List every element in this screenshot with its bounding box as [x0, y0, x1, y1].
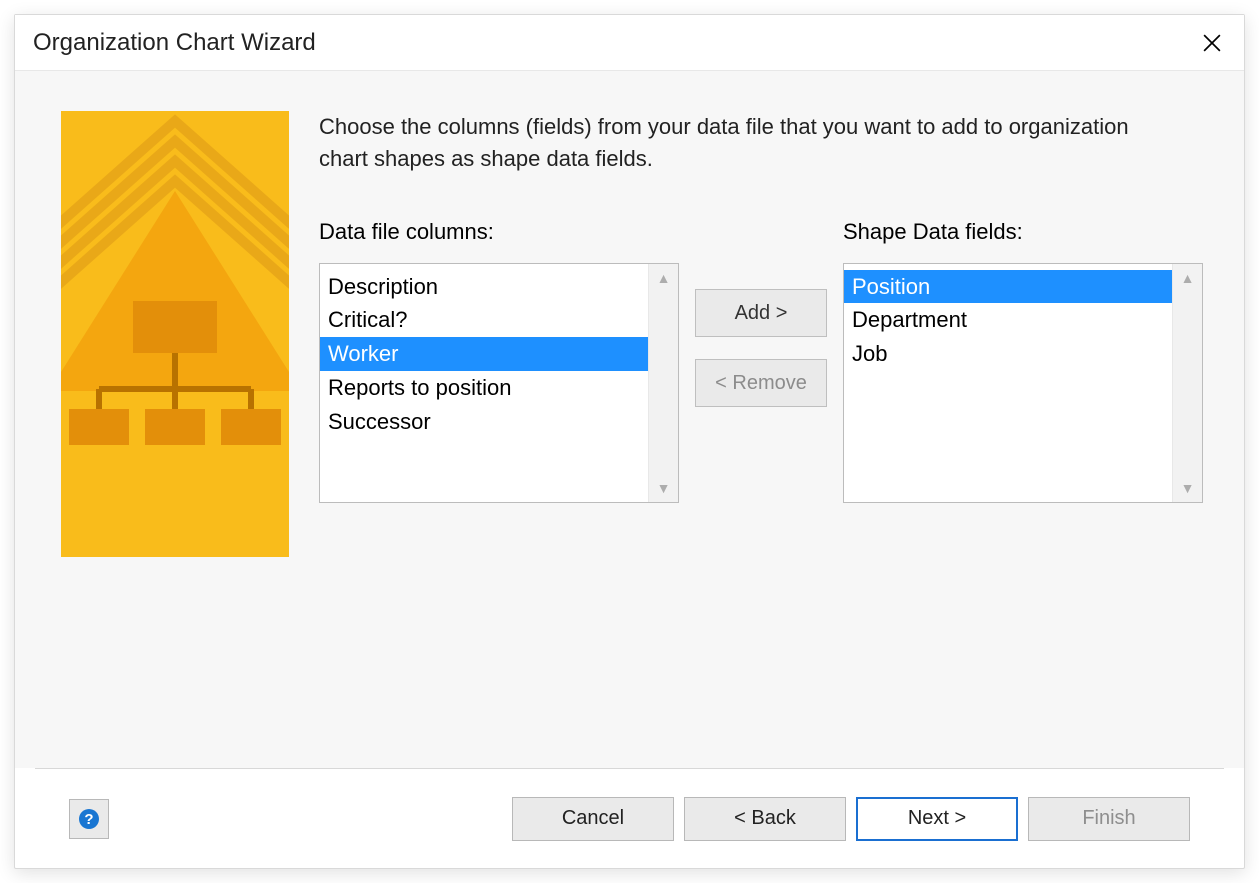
dest-scrollbar[interactable]: ▲ ▼: [1172, 264, 1202, 502]
wizard-graphic: [61, 111, 289, 557]
columns-row: Data file columns: DescriptionCritical?W…: [319, 219, 1203, 503]
cancel-button[interactable]: Cancel: [512, 797, 674, 841]
scroll-up-icon: ▲: [1181, 270, 1195, 286]
scroll-up-icon: ▲: [657, 270, 671, 286]
dest-column: Shape Data fields: PositionDepartmentJob…: [843, 219, 1203, 503]
svg-text:?: ?: [84, 811, 93, 828]
list-item[interactable]: Department: [844, 303, 1172, 337]
content-area: Choose the columns (fields) from your da…: [15, 71, 1244, 768]
close-icon: [1203, 34, 1221, 52]
close-button[interactable]: [1196, 27, 1228, 59]
list-item[interactable]: Reports to position: [320, 371, 648, 405]
list-item[interactable]: Description: [320, 270, 648, 304]
source-label: Data file columns:: [319, 219, 679, 245]
wizard-dialog: Organization Chart Wizard: [14, 14, 1245, 869]
next-button[interactable]: Next >: [856, 797, 1018, 841]
list-item[interactable]: Successor: [320, 405, 648, 439]
dest-label: Shape Data fields:: [843, 219, 1203, 245]
source-list-inner: DescriptionCritical?WorkerReports to pos…: [320, 264, 648, 502]
finish-button[interactable]: Finish: [1028, 797, 1190, 841]
dest-listbox[interactable]: PositionDepartmentJob ▲ ▼: [843, 263, 1203, 503]
help-button[interactable]: ?: [69, 799, 109, 839]
scroll-down-icon: ▼: [657, 480, 671, 496]
main-panel: Choose the columns (fields) from your da…: [289, 111, 1203, 768]
list-item[interactable]: Critical?: [320, 303, 648, 337]
footer: ? Cancel < Back Next > Finish: [35, 768, 1224, 868]
titlebar: Organization Chart Wizard: [15, 15, 1244, 71]
remove-button[interactable]: < Remove: [695, 359, 827, 407]
dest-list-inner: PositionDepartmentJob: [844, 264, 1172, 502]
source-listbox[interactable]: DescriptionCritical?WorkerReports to pos…: [319, 263, 679, 503]
window-title: Organization Chart Wizard: [33, 29, 1196, 57]
list-item[interactable]: Job: [844, 337, 1172, 371]
source-scrollbar[interactable]: ▲ ▼: [648, 264, 678, 502]
list-item[interactable]: Position: [844, 270, 1172, 304]
back-button[interactable]: < Back: [684, 797, 846, 841]
list-item[interactable]: Worker: [320, 337, 648, 371]
add-button[interactable]: Add >: [695, 289, 827, 337]
help-icon: ?: [77, 807, 101, 831]
transfer-buttons: Add > < Remove: [679, 219, 843, 407]
instruction-text: Choose the columns (fields) from your da…: [319, 111, 1159, 175]
scroll-down-icon: ▼: [1181, 480, 1195, 496]
source-column: Data file columns: DescriptionCritical?W…: [319, 219, 679, 503]
